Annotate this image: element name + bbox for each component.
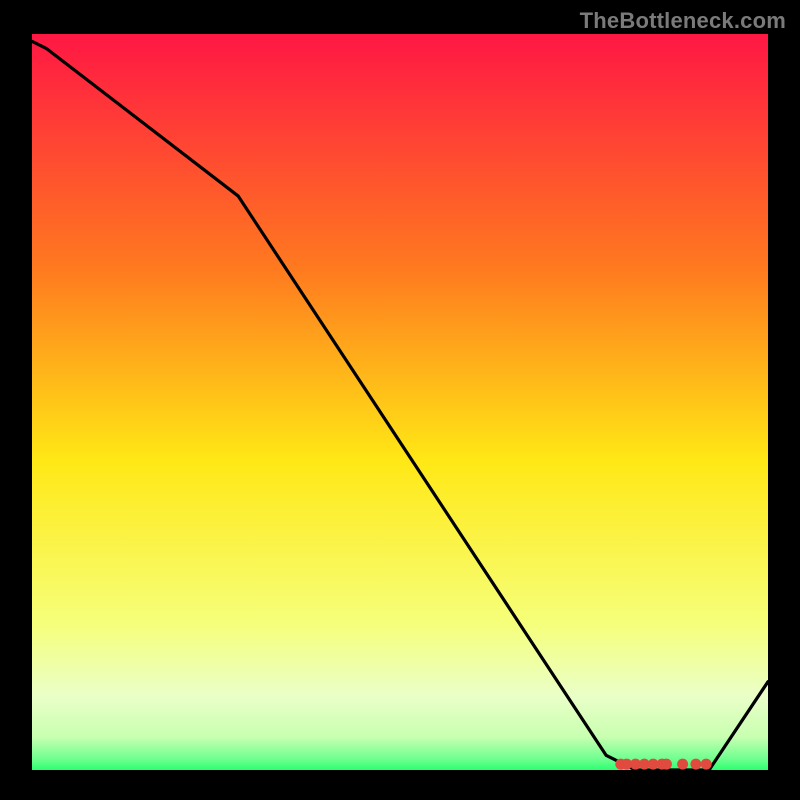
data-marker bbox=[701, 759, 712, 770]
plot-area bbox=[32, 34, 768, 770]
data-marker bbox=[661, 759, 672, 770]
chart-svg bbox=[32, 34, 768, 770]
chart-container: TheBottleneck.com bbox=[0, 0, 800, 800]
gradient-background bbox=[32, 34, 768, 770]
watermark-text: TheBottleneck.com bbox=[580, 8, 786, 34]
data-marker bbox=[690, 759, 701, 770]
data-marker bbox=[677, 759, 688, 770]
